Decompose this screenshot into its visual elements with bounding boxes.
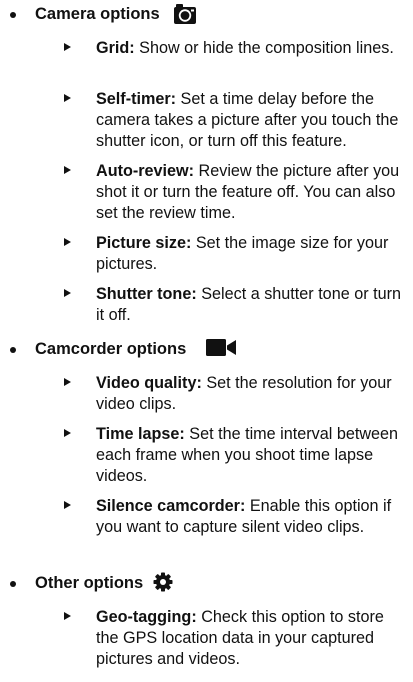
gear-icon xyxy=(153,572,173,598)
item-term: Picture size: xyxy=(96,234,192,252)
bullet-triangle-icon xyxy=(64,94,71,102)
item-term: Self-timer: xyxy=(96,90,177,108)
item-term: Geo-tagging: xyxy=(96,608,197,626)
item-term: Video quality: xyxy=(96,374,202,392)
video-camera-icon xyxy=(205,337,239,365)
section-header: Camcorder options xyxy=(0,337,413,361)
bullet-triangle-icon xyxy=(64,378,71,386)
bullet-triangle-icon xyxy=(64,429,71,437)
item-text: Video quality: Set the resolution for yo… xyxy=(96,373,410,415)
section-header: Camera options xyxy=(0,2,413,26)
item-term: Time lapse: xyxy=(96,425,185,443)
item-term: Auto-review: xyxy=(96,162,195,180)
item-text: Geo-tagging: Check this option to store … xyxy=(96,607,410,670)
bullet-dot xyxy=(10,347,16,353)
bullet-triangle-icon xyxy=(64,166,71,174)
item-text: Grid: Show or hide the composition lines… xyxy=(96,38,410,59)
section-title: Other options xyxy=(35,574,144,592)
item-description: Show or hide the composition lines. xyxy=(134,39,394,57)
item-text: Shutter tone: Select a shutter tone or t… xyxy=(96,284,410,326)
bullet-triangle-icon xyxy=(64,612,71,620)
item-term: Grid: xyxy=(96,39,135,57)
bullet-triangle-icon xyxy=(64,501,71,509)
item-text: Time lapse: Set the time interval betwee… xyxy=(96,424,410,487)
item-term: Silence camcorder: xyxy=(96,497,246,515)
section-title: Camera options xyxy=(35,5,160,23)
item-text: Picture size: Set the image size for you… xyxy=(96,233,410,275)
item-text: Auto-review: Review the picture after yo… xyxy=(96,161,410,224)
bullet-dot xyxy=(10,581,16,587)
section-title: Camcorder options xyxy=(35,340,187,358)
camera-icon xyxy=(173,3,197,31)
camera-options-section: Camera options xyxy=(0,2,413,26)
bullet-triangle-icon xyxy=(64,43,71,51)
bullet-triangle-icon xyxy=(64,289,71,297)
bullet-dot xyxy=(10,12,16,18)
bullet-triangle-icon xyxy=(64,238,71,246)
other-options-section: Other options xyxy=(0,571,413,595)
item-text: Silence camcorder: Enable this option if… xyxy=(96,496,410,538)
item-term: Shutter tone: xyxy=(96,285,197,303)
help-page: Camera options Grid: Show or hide the co… xyxy=(0,0,413,682)
item-text: Self-timer: Set a time delay before the … xyxy=(96,89,410,152)
section-header: Other options xyxy=(0,571,413,595)
camcorder-options-section: Camcorder options xyxy=(0,337,413,361)
